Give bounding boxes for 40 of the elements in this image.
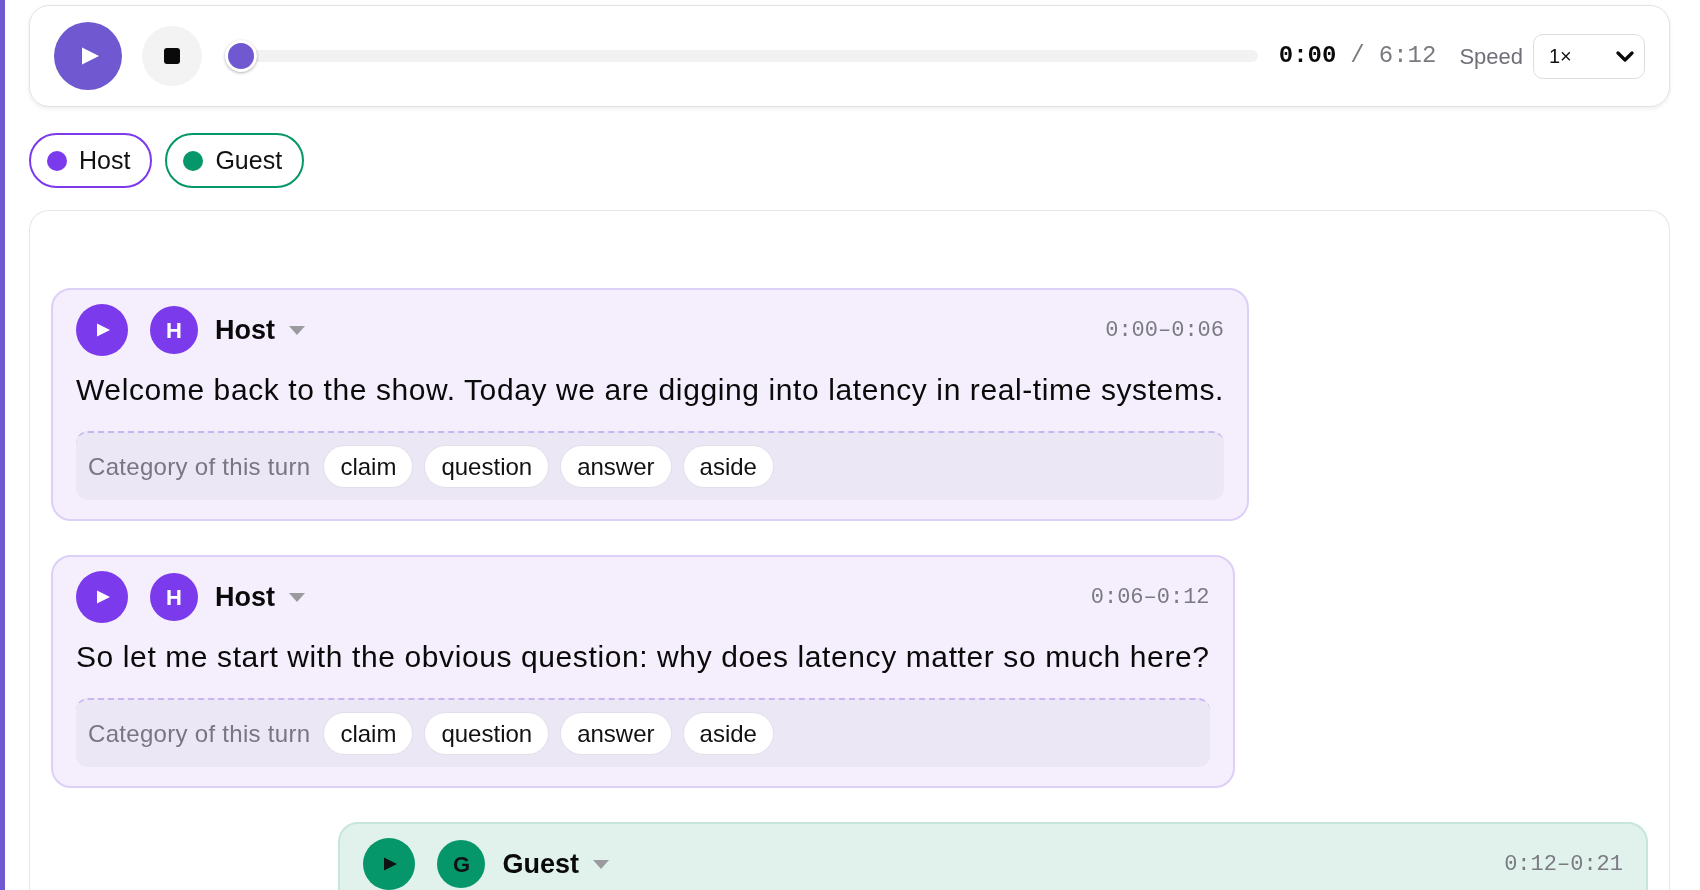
stop-icon: [164, 48, 180, 64]
speaker-avatar: H: [150, 306, 198, 354]
category-chip[interactable]: answer: [560, 712, 672, 755]
play-button[interactable]: [363, 838, 416, 890]
slider-thumb[interactable]: [225, 40, 257, 72]
play-icon: [97, 590, 110, 604]
speaker-dropdown[interactable]: Host: [215, 309, 305, 351]
play-icon: [97, 323, 110, 337]
speaker-dropdown[interactable]: Host: [215, 576, 305, 618]
current-time: 0:00: [1278, 44, 1337, 68]
time-separator: /: [1350, 44, 1365, 68]
category-chip[interactable]: claim: [323, 712, 414, 755]
category-chip[interactable]: aside: [682, 712, 774, 755]
total-time: 6:12: [1378, 44, 1437, 68]
category-label: Category of this turn: [88, 451, 311, 482]
speed-select[interactable]: 1×: [1533, 33, 1645, 79]
caret-icon: [289, 325, 305, 335]
play-icon: [81, 47, 99, 65]
speaker-dropdown[interactable]: Guest: [502, 843, 609, 885]
category-chip[interactable]: question: [424, 712, 550, 755]
timestamp: 0:06–0:12: [1090, 583, 1210, 612]
speaker-filter-chip[interactable]: Guest: [165, 133, 305, 188]
category-chip[interactable]: aside: [682, 445, 774, 488]
speed-label: Speed: [1459, 42, 1523, 71]
caret-icon: [289, 592, 305, 602]
timestamp: 0:00–0:06: [1105, 316, 1225, 345]
turn-text: Welcome back to the show. Today we are digging into latency in real-time systems.: [76, 372, 1225, 408]
category-label: Category of this turn: [88, 718, 311, 749]
speaker-filter-chip[interactable]: Host: [29, 133, 153, 188]
timestamp: 0:12–0:21: [1504, 850, 1623, 879]
turn-text: So let me start with the obvious question: why does latency matter so much here?: [76, 639, 1210, 675]
seek-slider[interactable]: [225, 40, 1258, 72]
category-chip[interactable]: claim: [323, 445, 414, 488]
speaker-avatar: G: [437, 840, 486, 888]
caret-icon: [593, 859, 609, 869]
chevron-down-icon: [1616, 50, 1634, 62]
category-chip[interactable]: answer: [560, 445, 672, 488]
play-icon: [384, 857, 398, 871]
speaker-avatar: H: [150, 573, 198, 621]
category-chip[interactable]: question: [424, 445, 550, 488]
